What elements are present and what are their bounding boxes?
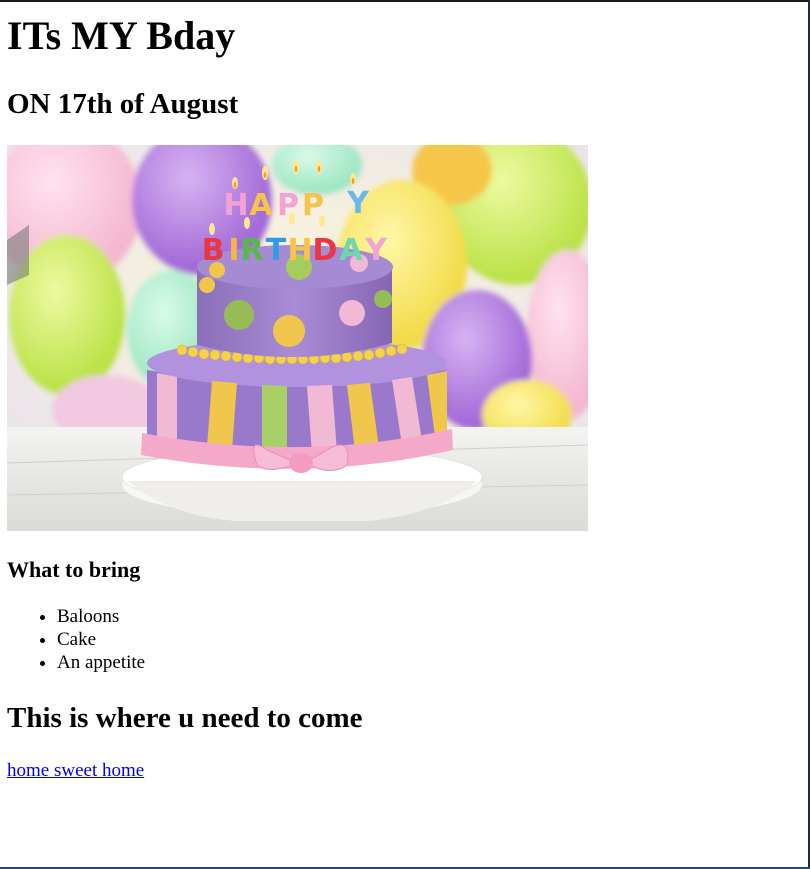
svg-text:P: P (277, 188, 299, 223)
svg-text:B: B (202, 233, 225, 268)
svg-text:D: D (313, 233, 338, 268)
home-link[interactable]: home sweet home (7, 759, 144, 782)
svg-text:I: I (228, 233, 239, 268)
birthday-cake-image: H A P P Y B I R T H D A Y (7, 145, 588, 531)
svg-text:A: A (339, 233, 363, 268)
bring-list: Baloons Cake An appetite (7, 605, 145, 674)
list-item: An appetite (57, 651, 145, 674)
list-item: Cake (57, 628, 145, 651)
svg-text:R: R (240, 233, 263, 268)
svg-text:Y: Y (346, 186, 370, 221)
page-title: ITs MY Bday (7, 13, 236, 58)
date-heading: ON 17th of August (7, 88, 239, 120)
window-top-border (0, 0, 810, 2)
svg-text:Y: Y (364, 233, 388, 268)
svg-text:A: A (249, 188, 273, 223)
svg-text:H: H (223, 188, 248, 223)
location-heading: This is where u need to come (7, 702, 363, 734)
svg-text:T: T (266, 233, 287, 268)
svg-text:H: H (287, 233, 312, 268)
bring-heading: What to bring (7, 557, 141, 582)
list-item: Baloons (57, 605, 145, 628)
